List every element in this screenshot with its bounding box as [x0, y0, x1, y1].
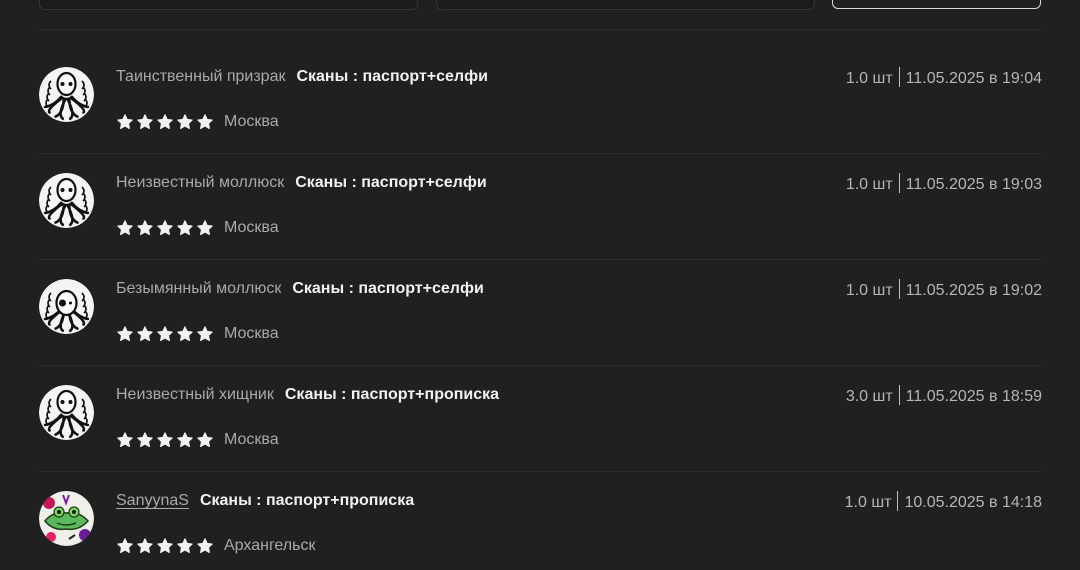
reviews-page: Таинственный призрак Сканы : паспорт+селф… — [0, 0, 1080, 570]
star-icon — [197, 326, 213, 342]
meta-separator — [898, 173, 900, 193]
frog-avatar[interactable] — [39, 491, 94, 546]
octopus-avatar-image — [39, 279, 94, 334]
frog-avatar-image — [39, 491, 94, 546]
review-product: Сканы : паспорт+прописка — [199, 492, 415, 509]
review-product: Сканы : паспорт+селфи — [296, 68, 488, 85]
star-icon — [177, 326, 193, 342]
rating-stars — [116, 219, 214, 237]
review-quantity: 1.0 шт — [845, 282, 893, 299]
star-icon — [177, 114, 193, 130]
review-username-link[interactable]: SanyynaS — [116, 492, 189, 509]
star-icon — [157, 220, 173, 236]
review-datetime: 11.05.2025 в 19:04 — [905, 70, 1042, 87]
star-icon — [177, 432, 193, 448]
octopus-avatar-image — [39, 385, 94, 440]
review-city: Москва — [224, 113, 279, 130]
review-username[interactable]: Таинственный призрак — [116, 68, 285, 85]
review-datetime: 11.05.2025 в 18:59 — [905, 388, 1042, 405]
filter-button[interactable] — [832, 0, 1041, 9]
review-quantity: 1.0 шт — [845, 70, 893, 87]
star-icon — [157, 538, 173, 554]
filter-bar — [39, 0, 1042, 10]
review-city: Архангельск — [224, 537, 316, 554]
meta-separator — [898, 279, 900, 299]
reviews-list: Таинственный призрак Сканы : паспорт+селф… — [39, 48, 1042, 570]
review-username[interactable]: Неизвестный хищник — [116, 386, 274, 403]
review-product: Сканы : паспорт+селфи — [295, 174, 487, 191]
star-icon — [117, 538, 133, 554]
review-item: SanyynaS Сканы : паспорт+прописка 1.0 шт 1… — [39, 472, 1042, 570]
octopus-avatar[interactable] — [39, 173, 94, 228]
review-item: Неизвестный хищник Сканы : паспорт+пропис… — [39, 366, 1042, 472]
review-product: Сканы : паспорт+селфи — [292, 280, 484, 297]
rating-stars — [116, 113, 214, 131]
review-datetime: 11.05.2025 в 19:02 — [905, 282, 1042, 299]
review-datetime: 11.05.2025 в 19:03 — [905, 176, 1042, 193]
star-icon — [137, 326, 153, 342]
rating-stars — [116, 537, 214, 555]
star-icon — [197, 432, 213, 448]
review-quantity: 1.0 шт — [844, 494, 892, 511]
star-icon — [177, 538, 193, 554]
star-icon — [117, 114, 133, 130]
review-username[interactable]: Безымянный моллюск — [116, 280, 281, 297]
review-item: Безымянный моллюск Сканы : паспорт+селфи … — [39, 260, 1042, 366]
review-city: Москва — [224, 325, 279, 342]
star-icon — [117, 326, 133, 342]
star-icon — [137, 538, 153, 554]
review-meta: 1.0 шт 10.05.2025 в 14:18 — [845, 491, 1042, 513]
meta-separator — [898, 67, 900, 87]
review-item: Таинственный призрак Сканы : паспорт+селф… — [39, 48, 1042, 154]
star-icon — [157, 114, 173, 130]
meta-separator — [897, 491, 899, 511]
filter-select-2[interactable] — [436, 0, 815, 10]
review-city: Москва — [224, 219, 279, 236]
star-icon — [197, 538, 213, 554]
octopus-avatar[interactable] — [39, 385, 94, 440]
divider — [39, 29, 1042, 30]
review-product: Сканы : паспорт+прописка — [284, 386, 500, 403]
rating-stars — [116, 431, 214, 449]
review-quantity: 1.0 шт — [845, 176, 893, 193]
star-icon — [137, 114, 153, 130]
review-meta: 3.0 шт 11.05.2025 в 18:59 — [846, 385, 1042, 407]
octopus-avatar[interactable] — [39, 67, 94, 122]
star-icon — [117, 432, 133, 448]
filter-select-1[interactable] — [39, 0, 418, 10]
review-meta: 1.0 шт 11.05.2025 в 19:03 — [846, 173, 1042, 195]
review-quantity: 3.0 шт — [845, 388, 893, 405]
star-icon — [137, 432, 153, 448]
star-icon — [197, 114, 213, 130]
review-city: Москва — [224, 431, 279, 448]
review-username[interactable]: Неизвестный моллюск — [116, 174, 284, 191]
star-icon — [137, 220, 153, 236]
star-icon — [157, 432, 173, 448]
rating-stars — [116, 325, 214, 343]
octopus-avatar-image — [39, 67, 94, 122]
star-icon — [157, 326, 173, 342]
star-icon — [197, 220, 213, 236]
star-icon — [177, 220, 193, 236]
meta-separator — [898, 385, 900, 405]
review-meta: 1.0 шт 11.05.2025 в 19:04 — [846, 67, 1042, 89]
star-icon — [117, 220, 133, 236]
review-datetime: 10.05.2025 в 14:18 — [904, 494, 1042, 511]
octopus-avatar-image — [39, 173, 94, 228]
review-item: Неизвестный моллюск Сканы : паспорт+селфи… — [39, 154, 1042, 260]
review-meta: 1.0 шт 11.05.2025 в 19:02 — [846, 279, 1042, 301]
octopus-avatar[interactable] — [39, 279, 94, 334]
